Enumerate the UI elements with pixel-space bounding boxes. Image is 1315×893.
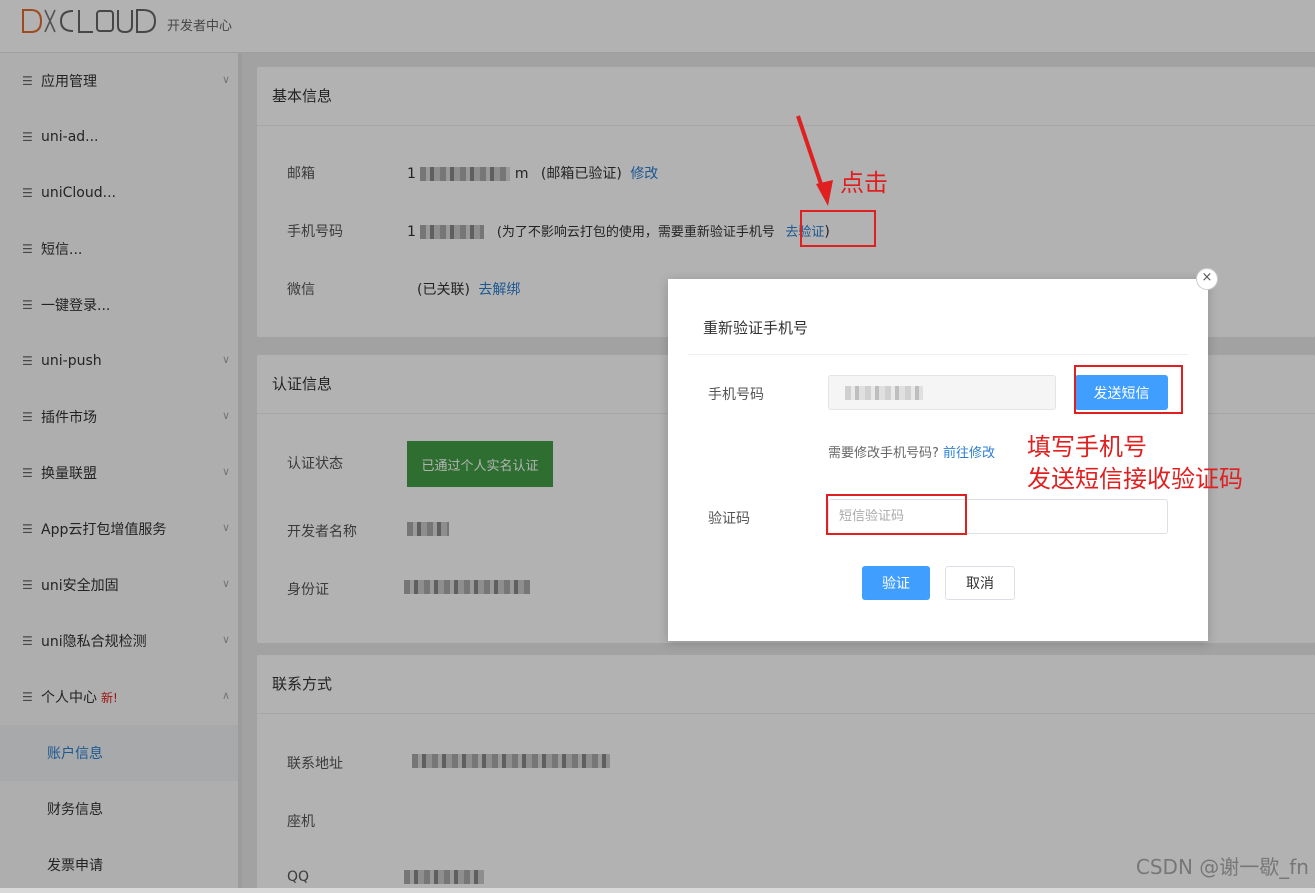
modal-phone-label: 手机号码 — [708, 387, 764, 403]
annotation-fill-line2: 发送短信接收验证码 — [1027, 465, 1243, 493]
annotation-highlight-code-input — [826, 494, 967, 535]
annotation-click: 点击 — [840, 169, 888, 197]
modal-phone-input — [828, 375, 1056, 410]
go-modify-link[interactable]: 前往修改 — [943, 446, 995, 461]
annotation-fill-line1: 填写手机号 — [1027, 433, 1147, 461]
confirm-verify-button[interactable]: 验证 — [862, 566, 930, 600]
blurred-modal-phone — [845, 386, 923, 400]
watermark: CSDN @谢一歇_fn — [1135, 855, 1309, 879]
annotation-highlight-verify-link — [800, 210, 876, 247]
hint-text: 需要修改手机号码? — [828, 446, 939, 461]
modal-code-label: 验证码 — [708, 511, 750, 527]
modal-divider — [688, 354, 1188, 355]
cancel-button[interactable]: 取消 — [945, 566, 1015, 600]
modal-hint: 需要修改手机号码? 前往修改 — [828, 442, 995, 461]
close-icon[interactable]: × — [1196, 268, 1218, 290]
annotation-highlight-send-sms — [1074, 365, 1183, 414]
modal-title: 重新验证手机号 — [703, 319, 809, 337]
annotation-arrow-icon — [796, 115, 833, 206]
